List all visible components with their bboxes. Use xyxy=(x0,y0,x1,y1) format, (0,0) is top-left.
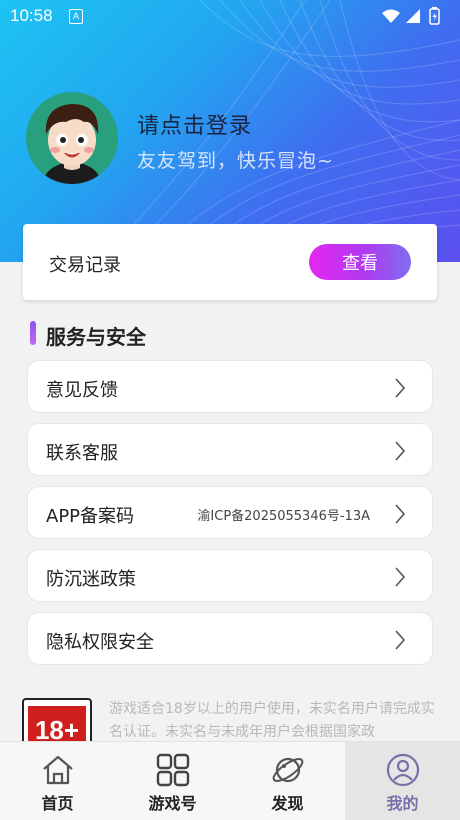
chevron-right-icon xyxy=(395,441,406,461)
grid-icon xyxy=(156,753,190,787)
chevron-right-icon xyxy=(395,630,406,650)
tab-label: 游戏号 xyxy=(148,794,197,813)
section-title: 服务与安全 xyxy=(46,325,146,349)
tab-label: 发现 xyxy=(271,794,304,813)
profile-header: 10:58 A 请点击登录 友友驾到，快乐冒泡~ xyxy=(0,0,460,262)
user-icon xyxy=(386,753,420,787)
age-notice-text: 游戏适合18岁以上的用户使用，未实名用户请完成实名认证。未实名与未成年用户会根据… xyxy=(109,701,435,740)
menu-item-label: 意见反馈 xyxy=(46,380,118,401)
menu-item-privacy[interactable]: 隐私权限安全 xyxy=(27,612,433,665)
menu-item-label: 隐私权限安全 xyxy=(46,632,154,653)
menu-item-feedback[interactable]: 意见反馈 xyxy=(27,360,433,413)
status-bar: 10:58 A xyxy=(0,0,460,32)
status-time: 10:58 xyxy=(10,6,53,25)
chevron-right-icon xyxy=(395,567,406,587)
trade-record-label: 交易记录 xyxy=(49,255,121,276)
icp-filing-number: 渝ICP备2025055346号-13A xyxy=(197,509,370,524)
menu-item-label: 防沉迷政策 xyxy=(46,569,136,590)
tab-label: 我的 xyxy=(386,794,419,813)
menu-item-app-filing[interactable]: APP备案码 渝ICP备2025055346号-13A xyxy=(27,486,433,539)
planet-icon xyxy=(272,757,304,783)
login-prompt[interactable]: 请点击登录 xyxy=(137,108,252,140)
tab-discover[interactable]: 发现 xyxy=(230,742,345,820)
battery-icon xyxy=(429,7,440,25)
trade-record-card: 交易记录 查看 xyxy=(23,224,437,300)
menu-item-anti-addiction[interactable]: 防沉迷政策 xyxy=(27,549,433,602)
tab-game-accounts[interactable]: 游戏号 xyxy=(115,742,230,820)
view-button[interactable]: 查看 xyxy=(309,244,411,280)
signal-icon xyxy=(406,9,420,23)
notification-icon: A xyxy=(69,9,83,24)
tab-label: 首页 xyxy=(41,794,74,813)
bottom-tab-bar: 首页 游戏号 发现 我的 xyxy=(0,741,460,820)
menu-item-label: APP备案码 xyxy=(46,506,135,527)
avatar[interactable] xyxy=(26,92,118,184)
avatar-cartoon-icon xyxy=(26,92,118,184)
wifi-icon xyxy=(382,9,400,23)
menu-item-label: 联系客服 xyxy=(46,443,118,464)
system-status-icons xyxy=(380,7,450,30)
chevron-right-icon xyxy=(395,504,406,524)
profile-tagline: 友友驾到，快乐冒泡~ xyxy=(137,150,334,172)
section-accent-bar xyxy=(30,321,36,345)
menu-item-customer-service[interactable]: 联系客服 xyxy=(27,423,433,476)
tab-home[interactable]: 首页 xyxy=(0,742,115,820)
home-icon xyxy=(43,755,73,785)
tab-mine[interactable]: 我的 xyxy=(345,742,460,820)
chevron-right-icon xyxy=(395,378,406,398)
